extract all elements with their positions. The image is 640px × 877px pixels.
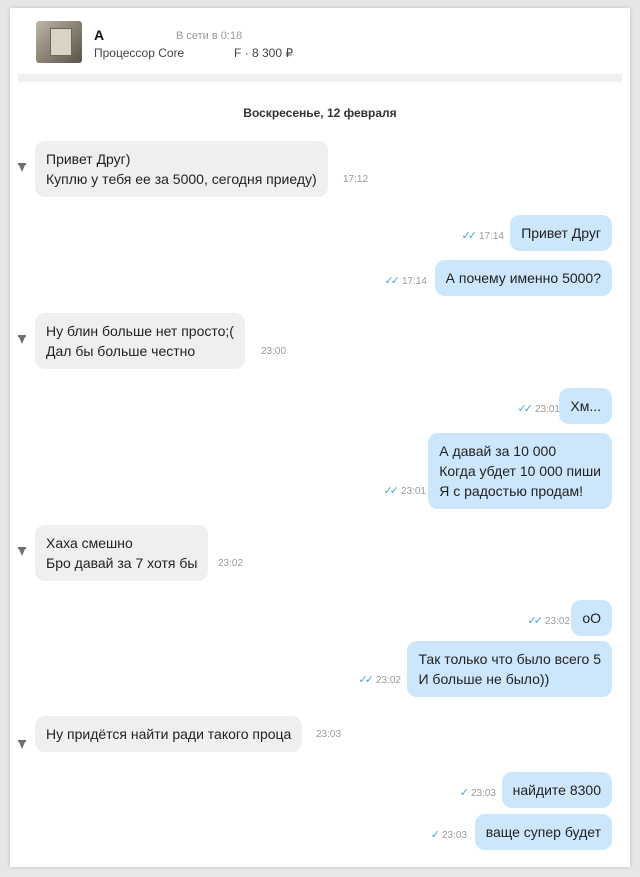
incoming-message[interactable]: Привет Друг) Куплю у тебя ее за 5000, се…	[35, 141, 328, 197]
read-ticks-icon: ✓✓	[383, 485, 400, 497]
outgoing-message[interactable]: Привет Друг	[510, 215, 612, 251]
read-ticks-icon: ✓✓	[517, 403, 534, 415]
product-title[interactable]: Процессор Core	[94, 46, 184, 60]
outgoing-message[interactable]: Так только что было всего 5 И больше не …	[407, 641, 612, 697]
message-time: ✓✓ 23:01	[383, 485, 426, 497]
outgoing-message[interactable]: оО	[571, 600, 612, 636]
chat-window: А В сети в 0:18 Процессор Core F · 8 300…	[10, 8, 630, 867]
message-text: И больше не было))	[418, 671, 550, 687]
message-text: ваще супер будет	[485, 824, 601, 840]
message-time: ✓✓ 23:02	[358, 674, 401, 686]
contact-name[interactable]: А	[94, 27, 104, 43]
incoming-tail-icon	[18, 547, 26, 556]
message-time: 23:02	[218, 558, 244, 569]
incoming-tail-icon	[18, 335, 26, 344]
message-text: Хаха смешно	[46, 535, 133, 551]
message-text: А почему именно 5000?	[445, 270, 601, 286]
outgoing-message[interactable]: ваще супер будет	[474, 814, 612, 850]
message-time: ✓ 23:03	[459, 787, 496, 799]
outgoing-message[interactable]: Хм...	[559, 388, 612, 424]
incoming-message[interactable]: Ну блин больше нет просто;( Дал бы больш…	[35, 313, 245, 369]
incoming-tail-icon	[18, 740, 26, 749]
message-time: ✓✓ 23:02	[527, 615, 570, 627]
outgoing-message[interactable]: А давай за 10 000 Когда убдет 10 000 пиш…	[428, 433, 612, 509]
message-time: ✓✓ 17:14	[384, 275, 427, 287]
incoming-message[interactable]: Хаха смешно Бро давай за 7 хотя бы	[35, 525, 209, 581]
product-price: F · 8 300 ₽	[234, 46, 293, 60]
message-text: Привет Друг	[521, 225, 601, 241]
message-time: 23:00	[261, 346, 287, 357]
message-text: Куплю у тебя ее за 5000, сегодня приеду)	[46, 171, 317, 187]
read-ticks-icon: ✓✓	[527, 615, 544, 627]
message-text: Так только что было всего 5	[418, 651, 601, 667]
message-text: найдите 8300	[512, 782, 601, 798]
sent-tick-icon: ✓	[430, 829, 440, 841]
message-text: Бро давай за 7 хотя бы	[46, 555, 198, 571]
outgoing-message[interactable]: найдите 8300	[501, 772, 612, 808]
incoming-message[interactable]: Ну придётся найти ради такого проца	[35, 716, 303, 752]
message-text: Привет Друг)	[46, 151, 131, 167]
outgoing-message[interactable]: А почему именно 5000?	[434, 260, 612, 296]
message-text: Когда убдет 10 000 пиши	[439, 463, 601, 479]
product-thumbnail[interactable]	[36, 21, 82, 63]
message-text: Хм...	[570, 398, 601, 414]
message-text: Я с радостью продам!	[439, 483, 584, 499]
message-text: Ну придётся найти ради такого проца	[46, 726, 292, 742]
header-divider	[18, 74, 622, 82]
read-ticks-icon: ✓✓	[358, 674, 375, 686]
message-text: оО	[582, 610, 601, 626]
message-time: 17:12	[343, 174, 369, 185]
sent-tick-icon: ✓	[459, 787, 469, 799]
date-separator: Воскресенье, 12 февраля	[243, 106, 397, 120]
message-time: 23:03	[316, 729, 342, 740]
message-time: ✓✓ 17:14	[461, 230, 504, 242]
online-status: В сети в 0:18	[176, 30, 243, 42]
message-text: А давай за 10 000	[439, 443, 557, 459]
message-time: ✓✓ 23:01	[517, 403, 560, 415]
message-text: Дал бы больше честно	[46, 343, 196, 359]
read-ticks-icon: ✓✓	[384, 275, 401, 287]
incoming-tail-icon	[18, 163, 26, 172]
chat-header: А В сети в 0:18 Процессор Core F · 8 300…	[10, 8, 630, 74]
read-ticks-icon: ✓✓	[461, 230, 478, 242]
message-time: ✓ 23:03	[430, 829, 467, 841]
message-text: Ну блин больше нет просто;(	[46, 323, 234, 339]
